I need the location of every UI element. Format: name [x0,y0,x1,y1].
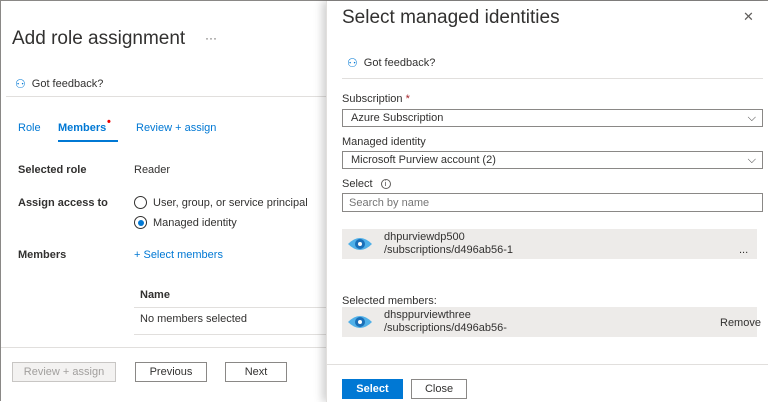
required-dot: • [107,116,111,128]
page-title: Add role assignment [12,28,186,49]
managed-identity-label: Managed identity [342,136,426,148]
purview-eye-icon [348,238,372,250]
members-label: Members [18,249,67,261]
footer-divider [1,347,326,348]
managed-identity-dropdown[interactable]: Microsoft Purview account (2) ⌵ [342,151,763,169]
chevron-down-icon: ⌵ [747,153,756,166]
subscription-label: Subscription * [342,93,410,105]
divider [134,307,329,308]
close-button[interactable]: Close [411,379,467,399]
select-button[interactable]: Select [342,379,403,399]
assign-access-label: Assign access to [18,197,108,209]
purview-eye-icon [348,316,372,328]
radio-managed-identity[interactable]: Managed identity [134,216,237,229]
add-role-assignment-page: Add role assignment ··· ⚇ Got feedback? … [1,1,331,402]
feedback-link[interactable]: ⚇ Got feedback? [347,56,435,70]
select-managed-identities-panel: Select managed identities ✕ ⚇ Got feedba… [326,1,768,402]
panel-title: Select managed identities [342,7,560,28]
name-column-header: Name [140,289,170,301]
chevron-down-icon: ⌵ [747,111,756,124]
feedback-icon: ⚇ [347,56,358,70]
more-button[interactable]: ··· [205,31,217,45]
selected-members-label: Selected members: [342,295,437,307]
review-assign-button[interactable]: Review + assign [12,362,116,382]
next-button[interactable]: Next [225,362,287,382]
selected-member-item: dhsppurviewthree /subscriptions/d496ab56… [342,307,761,337]
tab-review-assign[interactable]: Review + assign [136,122,216,134]
search-input[interactable] [342,193,763,212]
tab-role[interactable]: Role [18,122,41,134]
divider [342,78,763,79]
feedback-icon: ⚇ [15,77,26,91]
remove-link[interactable]: Remove [720,317,761,329]
select-members-link[interactable]: + Select members [134,249,223,261]
tab-members[interactable]: Members • [58,116,118,142]
feedback-link[interactable]: ⚇ Got feedback? [15,77,103,91]
close-icon[interactable]: ✕ [743,9,754,25]
divider [6,96,326,97]
selected-role-label: Selected role [18,164,87,176]
select-label: Select i [342,178,391,190]
footer-divider [327,364,768,365]
result-item[interactable]: dhpurviewdp500 /subscriptions/d496ab56-1… [342,229,757,259]
empty-members-text: No members selected [140,313,247,325]
radio-user-group[interactable]: User, group, or service principal [134,196,308,209]
subscription-dropdown[interactable]: Azure Subscription ⌵ [342,109,763,127]
selected-role-value: Reader [134,164,171,176]
previous-button[interactable]: Previous [135,362,207,382]
info-icon: i [380,179,391,189]
divider [134,334,329,335]
